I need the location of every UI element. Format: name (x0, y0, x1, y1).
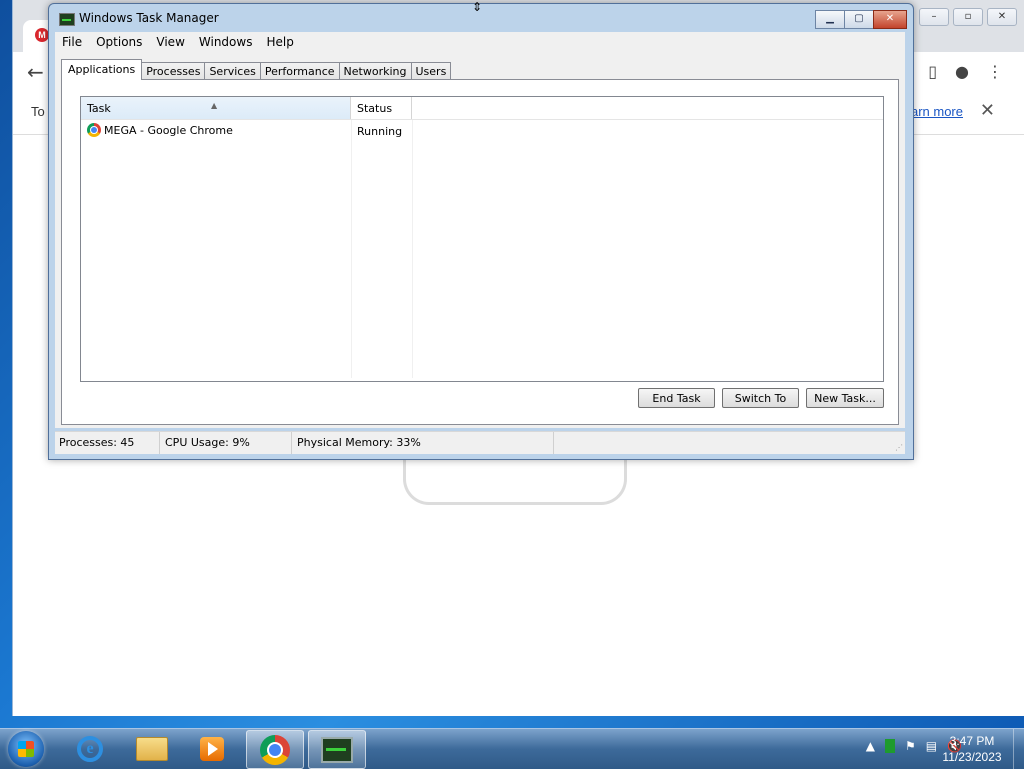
system-clock[interactable]: 3:47 PM 11/23/2023 (932, 733, 1012, 765)
menu-options[interactable]: Options (89, 35, 149, 49)
menu-windows[interactable]: Windows (192, 35, 260, 49)
column-header-status[interactable]: Status (351, 97, 412, 119)
column-divider (412, 120, 413, 378)
chrome-maximize-button[interactable]: ▫ (953, 8, 983, 26)
chrome-minimize-button[interactable]: – (919, 8, 949, 26)
windows-logo-icon (18, 741, 34, 757)
task-list[interactable]: ▲ Task Status MEGA - Google Chrome Runni (80, 96, 884, 382)
menu-file[interactable]: File (55, 35, 89, 49)
column-header-status-label: Status (357, 102, 393, 115)
learn-more-link[interactable]: arn more (911, 104, 963, 119)
menu-help[interactable]: Help (259, 35, 300, 49)
media-player-icon (200, 736, 224, 761)
task-name: MEGA - Google Chrome (104, 123, 233, 137)
infobar-text: To (31, 104, 45, 119)
chrome-icon (87, 123, 101, 137)
task-status: Running (357, 125, 403, 138)
chrome-close-button[interactable]: ✕ (987, 8, 1017, 26)
close-button[interactable]: ✕ (873, 10, 907, 29)
switch-to-button[interactable]: Switch To (722, 388, 799, 408)
infobar-close-icon[interactable]: ✕ (980, 100, 995, 121)
new-task-button[interactable]: New Task... (806, 388, 884, 408)
chrome-window-controls: – ▫ ✕ (919, 8, 1017, 26)
table-row[interactable]: MEGA - Google Chrome Running (81, 121, 883, 141)
taskbar-media-player[interactable] (184, 730, 240, 767)
task-manager-window: Windows Task Manager ▁ ▢ ✕ File Options … (48, 3, 914, 460)
sort-ascending-icon: ▲ (211, 101, 218, 110)
task-manager-tray-icon[interactable] (884, 739, 895, 753)
resize-grip-icon[interactable]: ⋰ (895, 443, 903, 452)
minimize-button[interactable]: ▁ (815, 10, 845, 29)
task-manager-icon (321, 736, 353, 763)
list-header: ▲ Task Status (81, 97, 883, 119)
maximize-button[interactable]: ▢ (844, 10, 874, 29)
start-button[interactable] (8, 731, 44, 767)
column-divider (351, 120, 352, 378)
column-header-task-label: Task (87, 102, 111, 115)
physical-memory: Physical Memory: 33% (293, 432, 554, 454)
chrome-icon (260, 734, 290, 765)
tab-performance[interactable]: Performance (259, 62, 340, 80)
window-controls: ▁ ▢ ✕ (815, 10, 907, 29)
show-desktop-button[interactable] (1013, 729, 1024, 769)
kebab-menu-icon[interactable]: ⋮ (987, 62, 1003, 81)
taskbar-file-explorer[interactable] (124, 730, 180, 767)
clock-time: 3:47 PM (949, 734, 995, 748)
internet-explorer-icon: e (77, 735, 103, 762)
menu-view[interactable]: View (149, 35, 191, 49)
mega-favicon-icon: M (35, 28, 49, 42)
status-bar: Processes: 45 CPU Usage: 9% Physical Mem… (55, 431, 905, 454)
tab-applications[interactable]: Applications (61, 59, 143, 80)
processes-count: Processes: 45 (55, 432, 160, 454)
back-arrow-icon[interactable]: ← (27, 60, 44, 84)
window-title: Windows Task Manager (79, 11, 219, 25)
column-header-task[interactable]: ▲ Task (81, 97, 351, 119)
folder-icon (136, 736, 168, 761)
tab-strip: Applications Processes Services Performa… (61, 58, 452, 80)
chrome-toolbar-icons: ▯ ● ⋮ (928, 62, 1003, 81)
task-manager-icon (59, 13, 75, 26)
task-cell: MEGA - Google Chrome (87, 123, 233, 137)
show-hidden-icons-icon[interactable]: ▲ (866, 739, 875, 753)
header-divider (81, 119, 883, 120)
taskbar: e ▲ ⚑ ▤ 🔇 3:47 PM 11/23/2023 (0, 728, 1024, 769)
side-panel-icon[interactable]: ▯ (928, 62, 937, 81)
taskbar-internet-explorer[interactable]: e (62, 730, 118, 767)
tab-services[interactable]: Services (204, 62, 261, 80)
action-center-flag-icon[interactable]: ⚑ (905, 739, 916, 753)
applications-panel: ▲ Task Status MEGA - Google Chrome Runni (61, 79, 899, 425)
resize-cursor-icon: ⇕ (472, 0, 483, 14)
tab-networking[interactable]: Networking (338, 62, 412, 80)
task-manager-body: Applications Processes Services Performa… (55, 52, 905, 428)
taskbar-chrome[interactable] (246, 730, 304, 769)
clock-date: 11/23/2023 (942, 750, 1002, 764)
menu-bar: File Options View Windows Help (55, 32, 905, 52)
cpu-usage: CPU Usage: 9% (161, 432, 292, 454)
taskbar-task-manager[interactable] (308, 730, 366, 769)
end-task-button[interactable]: End Task (638, 388, 715, 408)
tab-users[interactable]: Users (410, 62, 452, 80)
tab-processes[interactable]: Processes (141, 62, 206, 80)
profile-icon[interactable]: ● (955, 62, 969, 81)
